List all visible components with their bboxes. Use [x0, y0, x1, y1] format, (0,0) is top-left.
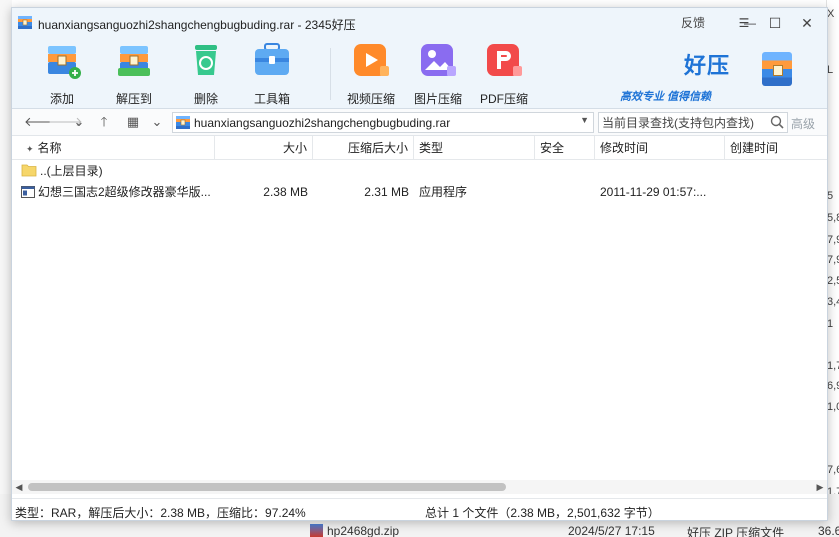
pdf-compress-button[interactable]: PDF压缩	[472, 40, 536, 107]
haozip-app-icon	[18, 16, 32, 29]
column-name[interactable]: ✦ 名称	[12, 136, 215, 160]
bg-text: 1,0	[827, 401, 839, 413]
toolbox-label: 工具箱	[253, 92, 290, 106]
history-dropdown[interactable]: ⌄	[70, 113, 88, 131]
toolbox-icon	[255, 43, 289, 75]
column-name-label: 名称	[37, 141, 62, 155]
file-name-cell: ..(上层目录)	[16, 161, 216, 182]
column-modified[interactable]: 修改时间	[595, 136, 725, 160]
file-type: 应用程序	[419, 185, 468, 199]
address-bar: 🡐 🡒 ⌄ 🡑 ▦ ⌄ huanxiangsanguozhi2shangchen…	[12, 109, 827, 136]
scroll-left-button[interactable]: ◀	[12, 480, 26, 494]
exe-file-icon	[21, 186, 35, 198]
status-archive-info: 类型：RAR，解压后大小：2.38 MB，压缩比：97.24%	[15, 506, 306, 520]
bg-text: 7,6	[827, 464, 839, 476]
image-compress-icon	[421, 44, 456, 76]
horizontal-scrollbar[interactable]: ◀ ▶	[12, 480, 827, 494]
bg-text: 6,9	[827, 380, 839, 392]
scroll-right-button[interactable]: ▶	[813, 480, 827, 494]
file-name-cell: 幻想三国志2超级修改器豪华版...	[16, 182, 216, 203]
delete-icon	[195, 45, 217, 75]
bg-file-date: 2024/5/27 17:15	[568, 524, 655, 537]
haozip-box-icon	[762, 52, 792, 86]
view-mode-dropdown[interactable]: ⌄	[148, 113, 166, 131]
title-bar[interactable]: huanxiangsanguozhi2shangchengbugbuding.r…	[12, 8, 827, 38]
image-compress-label: 图片压缩	[413, 92, 462, 106]
up-button[interactable]: 🡑	[95, 113, 113, 131]
bg-text: 5,8	[827, 212, 839, 224]
pdf-compress-icon	[487, 44, 522, 76]
add-button[interactable]: 添加	[30, 40, 94, 107]
table-row[interactable]: ..(上层目录)	[12, 161, 827, 182]
haozip-logo: 好压 高效专业 值得信赖	[612, 44, 812, 104]
delete-label: 删除	[193, 92, 218, 106]
rar-archive-icon	[176, 116, 190, 129]
toolbar-separator	[330, 48, 331, 100]
folder-up-icon	[21, 164, 37, 177]
maximize-button[interactable]: ☐	[764, 13, 786, 33]
column-created[interactable]: 创建时间	[725, 136, 827, 160]
search-box	[598, 112, 788, 133]
bg-file-name: hp2468gd.zip	[327, 524, 400, 537]
video-compress-button[interactable]: 视频压缩	[339, 40, 403, 107]
toolbox-button[interactable]: 工具箱	[240, 40, 304, 107]
column-size[interactable]: 大小	[215, 136, 313, 160]
path-text: huanxiangsanguozhi2shangchengbugbuding.r…	[194, 116, 451, 130]
file-size: 2.38 MB	[263, 185, 308, 199]
file-security	[535, 182, 595, 203]
video-compress-label: 视频压缩	[346, 92, 395, 106]
bg-file-type: 好压 ZIP 压缩文件	[687, 526, 785, 537]
view-mode-button[interactable]: ▦	[124, 113, 142, 131]
file-packed-size: 2.31 MB	[364, 185, 409, 199]
extract-to-label: 解压到	[115, 92, 152, 106]
haozip-window: huanxiangsanguozhi2shangchengbugbuding.r…	[11, 7, 828, 521]
bg-file-size: 36.6	[818, 524, 839, 537]
sort-icon: ✦	[26, 144, 34, 154]
status-bar: 类型：RAR，解压后大小：2.38 MB，压缩比：97.24% 总计 1 个文件…	[12, 498, 827, 520]
bg-text: 7,9	[827, 254, 839, 266]
delete-button[interactable]: 删除	[174, 40, 238, 107]
path-dropdown-icon[interactable]: ▼	[580, 115, 589, 125]
file-name: ..(上层目录)	[40, 164, 103, 178]
feedback-button[interactable]: 反馈	[678, 13, 708, 33]
bg-text: 1,7	[827, 360, 839, 372]
column-type[interactable]: 类型	[414, 136, 535, 160]
advanced-search-button[interactable]: 高级	[791, 115, 815, 132]
pdf-compress-label: PDF压缩	[479, 92, 528, 106]
column-security[interactable]: 安全	[535, 136, 595, 160]
search-icon[interactable]	[770, 115, 784, 129]
status-total: 总计 1 个文件（2.38 MB，2,501,632 字节）	[425, 506, 660, 520]
add-archive-icon	[48, 46, 81, 79]
add-label: 添加	[49, 92, 74, 106]
table-row[interactable]: 幻想三国志2超级修改器豪华版... 2.38 MB 2.31 MB 应用程序 2…	[12, 182, 827, 203]
search-input[interactable]	[599, 113, 767, 132]
column-packed-size[interactable]: 压缩后大小	[313, 136, 414, 160]
file-created	[725, 182, 827, 203]
bg-text: 3,4	[827, 296, 839, 308]
file-name: 幻想三国志2超级修改器豪华版...	[38, 185, 211, 199]
zip-file-icon	[310, 524, 323, 537]
forward-button[interactable]: 🡒	[48, 113, 83, 131]
extract-to-button[interactable]: 解压到	[102, 40, 166, 107]
file-modified: 2011-11-29 01:57:...	[600, 185, 707, 199]
bg-text: X	[827, 8, 835, 20]
minimize-button[interactable]: —	[740, 13, 760, 33]
background-file-row: hp2468gd.zip 2024/5/27 17:15 好压 ZIP 压缩文件…	[310, 524, 839, 537]
column-headers: ✦ 名称 大小 压缩后大小 类型 安全 修改时间 创建时间	[12, 136, 827, 160]
brand-text: 好压	[684, 53, 731, 78]
bg-text: 7,9	[827, 234, 839, 246]
back-button[interactable]: 🡐	[24, 113, 59, 131]
path-box[interactable]: huanxiangsanguozhi2shangchengbugbuding.r…	[172, 112, 594, 133]
scrollbar-thumb[interactable]	[28, 483, 506, 491]
extract-to-icon	[118, 46, 150, 76]
image-compress-button[interactable]: 图片压缩	[406, 40, 470, 107]
bg-text: 2,5	[827, 275, 839, 287]
window-title: huanxiangsanguozhi2shangchengbugbuding.r…	[38, 18, 356, 32]
video-compress-icon	[354, 44, 389, 76]
brand-slogan: 高效专业 值得信赖	[620, 91, 712, 103]
toolbar: 添加 解压到 删除 工具箱 视频压缩 图片压缩 PDF压缩 好压 高效专业 值得…	[12, 38, 827, 109]
close-button[interactable]: ✕	[796, 13, 818, 33]
